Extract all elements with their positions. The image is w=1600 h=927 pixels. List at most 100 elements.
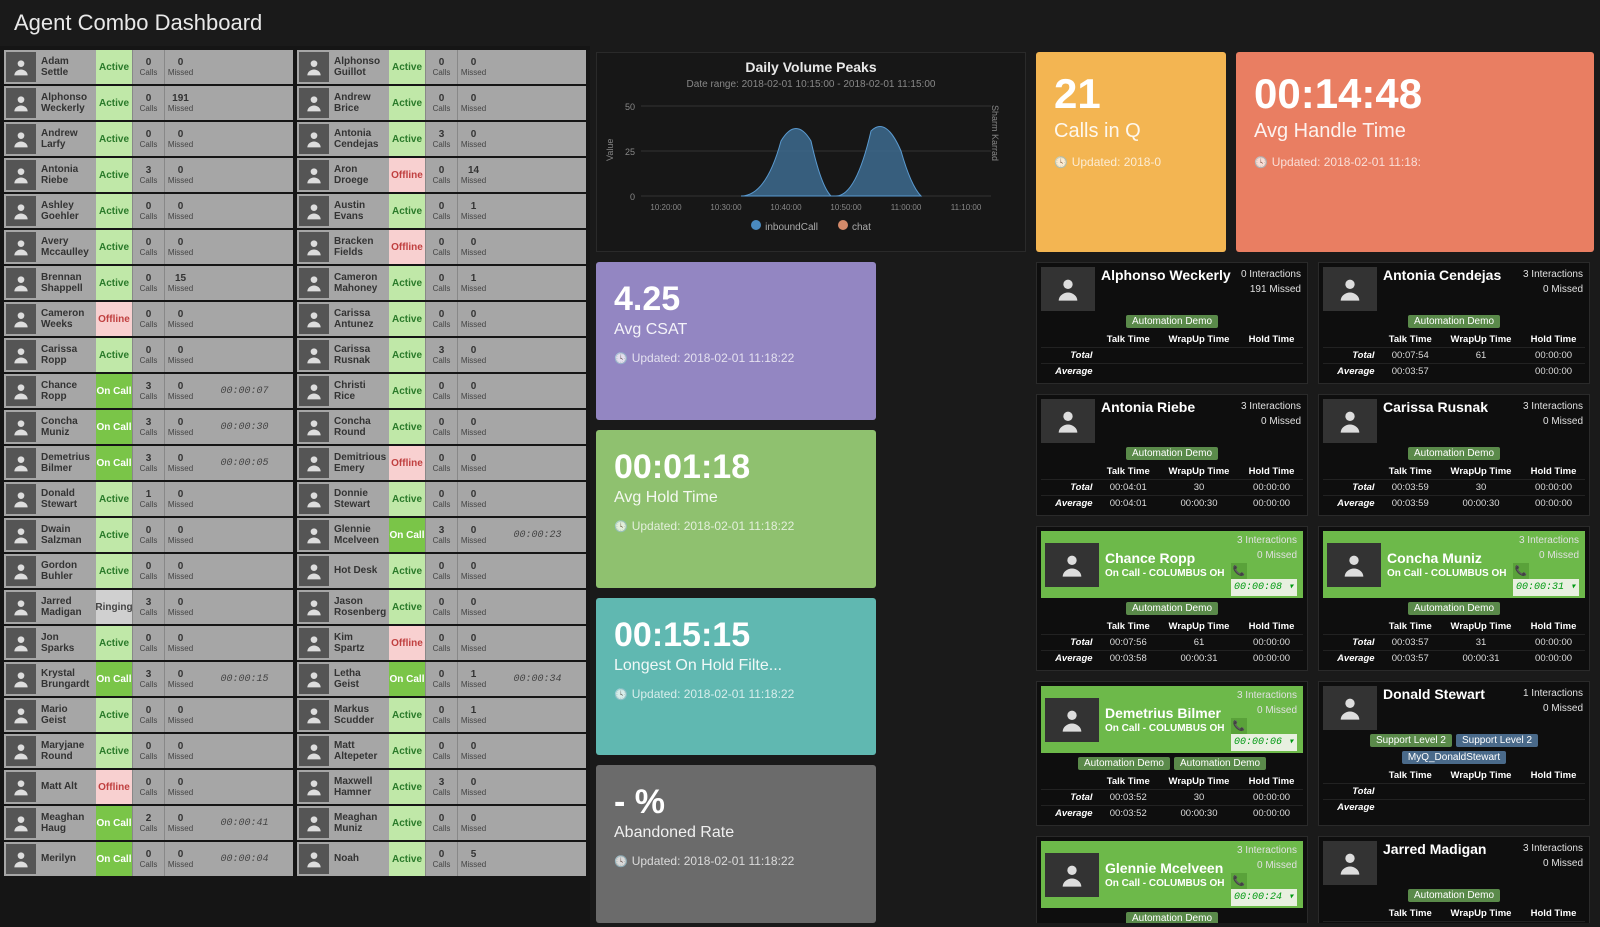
agent-row[interactable]: Ashley GoehlerActive0Calls0Missed: [4, 194, 293, 228]
oncall-banner: Glennie McelveenOn Call - COLUMBUS OH3 I…: [1041, 841, 1303, 908]
avatar: [6, 664, 36, 694]
tile-avg-hold-time[interactable]: 00:01:18 Avg Hold Time Updated: 2018-02-…: [596, 430, 876, 588]
agent-missed: 0Missed: [164, 482, 196, 516]
agent-timer: [196, 698, 293, 732]
tile-avg-handle-time[interactable]: 00:14:48 Avg Handle Time Updated: 2018-0…: [1236, 52, 1594, 252]
avatar: [1323, 686, 1377, 730]
agent-detail-card[interactable]: Demetrius BilmerOn Call - COLUMBUS OH3 I…: [1036, 681, 1308, 826]
agent-detail-cards[interactable]: Alphonso Weckerly0 Interactions191 Misse…: [1036, 262, 1594, 923]
agent-row[interactable]: Cameron WeeksOffline0Calls0Missed: [4, 302, 293, 336]
agent-timer: [196, 50, 293, 84]
agent-detail-card[interactable]: Carissa Rusnak3 Interactions0 MissedAuto…: [1318, 394, 1590, 516]
agent-row[interactable]: Markus ScudderActive0Calls1Missed: [297, 698, 586, 732]
agent-row[interactable]: Matt AltOffline0Calls0Missed: [4, 770, 293, 804]
agent-row[interactable]: Andrew BriceActive0Calls0Missed: [297, 86, 586, 120]
agent-row[interactable]: Aron DroegeOffline0Calls14Missed: [297, 158, 586, 192]
tile-abandoned-rate[interactable]: - % Abandoned Rate Updated: 2018-02-01 1…: [596, 765, 876, 923]
agent-row[interactable]: Carissa RusnakActive3Calls0Missed: [297, 338, 586, 372]
agent-status: Active: [96, 734, 132, 768]
agent-row[interactable]: Maxwell HamnerActive3Calls0Missed: [297, 770, 586, 804]
agent-missed: 0Missed: [164, 338, 196, 372]
agent-detail-card[interactable]: Chance RoppOn Call - COLUMBUS OH3 Intera…: [1036, 526, 1308, 671]
agent-row[interactable]: Donnie StewartActive0Calls0Missed: [297, 482, 586, 516]
agent-name: Bracken Fields: [331, 230, 389, 264]
phone-icon[interactable]: 📞: [1231, 718, 1247, 734]
agent-row[interactable]: Christi RiceActive0Calls0Missed: [297, 374, 586, 408]
agent-row[interactable]: Dwain SalzmanActive0Calls0Missed: [4, 518, 293, 552]
agent-row[interactable]: Cameron MahoneyActive0Calls1Missed: [297, 266, 586, 300]
agent-timer: [489, 554, 586, 588]
agent-row[interactable]: Donald StewartActive1Calls0Missed: [4, 482, 293, 516]
agent-row[interactable]: Concha RoundActive0Calls0Missed: [297, 410, 586, 444]
agent-row[interactable]: Krystal BrungardtOn Call3Calls0Missed00:…: [4, 662, 293, 696]
agent-name: Krystal Brungardt: [38, 662, 96, 696]
agent-row[interactable]: Demetrius BilmerOn Call3Calls0Missed00:0…: [4, 446, 293, 480]
phone-icon[interactable]: 📞: [1231, 873, 1247, 889]
agent-row[interactable]: Kim SpartzOffline0Calls0Missed: [297, 626, 586, 660]
agent-row[interactable]: Jarred MadiganRinging3Calls0Missed: [4, 590, 293, 624]
avatar: [1041, 267, 1095, 311]
agent-status: Active: [389, 482, 425, 516]
agent-detail-card[interactable]: Antonia Cendejas3 Interactions0 MissedAu…: [1318, 262, 1590, 384]
agent-name: Meaghan Muniz: [331, 806, 389, 840]
agent-missed: 5Missed: [457, 842, 489, 876]
agent-row[interactable]: Concha MunizOn Call3Calls0Missed00:00:30: [4, 410, 293, 444]
agent-row[interactable]: Glennie McelveenOn Call3Calls0Missed00:0…: [297, 518, 586, 552]
agent-detail-card[interactable]: Jarred Madigan3 Interactions0 MissedAuto…: [1318, 836, 1590, 923]
agent-row[interactable]: Adam SettleActive0Calls0Missed: [4, 50, 293, 84]
agent-row[interactable]: Gordon BuhlerActive0Calls0Missed: [4, 554, 293, 588]
agent-row[interactable]: Demitrious EmeryOffline0Calls0Missed: [297, 446, 586, 480]
agent-row[interactable]: Hot DeskActive0Calls0Missed: [297, 554, 586, 588]
agent-row[interactable]: Maryjane RoundActive0Calls0Missed: [4, 734, 293, 768]
agent-list-panel[interactable]: Adam SettleActive0Calls0MissedAlphonso W…: [0, 46, 590, 927]
agent-row[interactable]: Carissa AntunezActive0Calls0Missed: [297, 302, 586, 336]
agent-calls: 0Calls: [425, 482, 457, 516]
agent-detail-card[interactable]: Glennie McelveenOn Call - COLUMBUS OH3 I…: [1036, 836, 1308, 923]
agent-row[interactable]: Letha GeistOn Call0Calls1Missed00:00:34: [297, 662, 586, 696]
agent-row[interactable]: Bracken FieldsOffline0Calls0Missed: [297, 230, 586, 264]
agent-row[interactable]: Alphonso WeckerlyActive0Calls191Missed: [4, 86, 293, 120]
agent-timer: [489, 266, 586, 300]
agent-row[interactable]: Mario GeistActive0Calls0Missed: [4, 698, 293, 732]
agent-name: Matt Altepeter: [331, 734, 389, 768]
phone-icon[interactable]: 📞: [1513, 563, 1529, 579]
agent-detail-card[interactable]: Alphonso Weckerly0 Interactions191 Misse…: [1036, 262, 1308, 384]
agent-row[interactable]: Brennan ShappellActive0Calls15Missed: [4, 266, 293, 300]
phone-icon[interactable]: 📞: [1231, 563, 1247, 579]
agent-detail-card[interactable]: Concha MunizOn Call - COLUMBUS OH3 Inter…: [1318, 526, 1590, 671]
agent-status: On Call: [96, 446, 132, 480]
agent-row[interactable]: NoahActive0Calls5Missed: [297, 842, 586, 876]
agent-row[interactable]: Avery MccaulleyActive0Calls0Missed: [4, 230, 293, 264]
agent-missed: 0Missed: [164, 842, 196, 876]
agent-status: Active: [96, 482, 132, 516]
agent-row[interactable]: Meaghan MunizActive0Calls0Missed: [297, 806, 586, 840]
agent-missed: 0Missed: [457, 302, 489, 336]
agent-detail-card[interactable]: Donald Stewart1 Interactions0 MissedSupp…: [1318, 681, 1590, 826]
tile-longest-on-hold[interactable]: 00:15:15 Longest On Hold Filte... Update…: [596, 598, 876, 756]
agent-status: On Call: [96, 374, 132, 408]
agent-row[interactable]: Chance RoppOn Call3Calls0Missed00:00:07: [4, 374, 293, 408]
tile-avg-csat[interactable]: 4.25 Avg CSAT Updated: 2018-02-01 11:18:…: [596, 262, 876, 420]
agent-row[interactable]: Carissa RoppActive0Calls0Missed: [4, 338, 293, 372]
agent-name: Carissa Ropp: [38, 338, 96, 372]
agent-name: Demetrius Bilmer: [38, 446, 96, 480]
agent-detail-card[interactable]: Antonia Riebe3 Interactions0 MissedAutom…: [1036, 394, 1308, 516]
card-agent-name: Demetrius Bilmer: [1105, 705, 1225, 721]
agent-row[interactable]: Alphonso GuillotActive0Calls0Missed: [297, 50, 586, 84]
agent-row[interactable]: Meaghan HaugOn Call2Calls0Missed00:00:41: [4, 806, 293, 840]
agent-row[interactable]: Austin EvansActive0Calls1Missed: [297, 194, 586, 228]
agent-row[interactable]: Jon SparksActive0Calls0Missed: [4, 626, 293, 660]
agent-missed: 15Missed: [164, 266, 196, 300]
tile-calls-in-queue[interactable]: 21 Calls in Q Updated: 2018-0: [1036, 52, 1226, 252]
agent-row[interactable]: Matt AltepeterActive0Calls0Missed: [297, 734, 586, 768]
agent-timer: 00:00:05: [196, 446, 293, 480]
agent-row[interactable]: Jason RosenbergActive0Calls0Missed: [297, 590, 586, 624]
agent-status: Active: [389, 374, 425, 408]
agent-calls: 0Calls: [425, 266, 457, 300]
agent-row[interactable]: Antonia RiebeActive3Calls0Missed: [4, 158, 293, 192]
agent-row[interactable]: Antonia CendejasActive3Calls0Missed: [297, 122, 586, 156]
agent-row[interactable]: Andrew LarfyActive0Calls0Missed: [4, 122, 293, 156]
agent-row[interactable]: MerilynOn Call0Calls0Missed00:00:04: [4, 842, 293, 876]
agent-metrics-table: Talk TimeWrapUp TimeHold TimeTotalAverag…: [1323, 768, 1585, 815]
agent-missed: 0Missed: [457, 50, 489, 84]
